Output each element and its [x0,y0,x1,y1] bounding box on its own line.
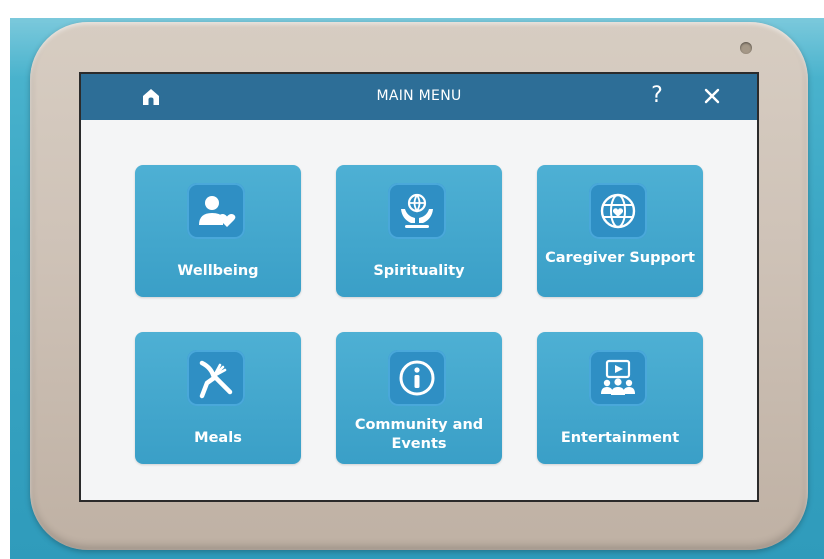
tile-entertainment[interactable]: Entertainment [537,332,703,464]
tile-icon-frame [589,350,647,406]
help-button[interactable]: ? [647,84,667,108]
touch-screen: MAIN MENU ? Wellbeing Spirituality Careg… [81,74,757,500]
smart-display-device: MAIN MENU ? Wellbeing Spirituality Careg… [30,22,808,550]
tile-icon-frame [589,183,647,239]
tile-community-and-events[interactable]: Community and Events [336,332,502,464]
tile-label: Meals [194,430,242,446]
tile-icon-frame [388,350,446,406]
camera-lens [740,42,752,54]
close-icon [704,88,720,104]
tile-label: Community and Events [354,417,484,452]
tile-label: Entertainment [560,430,680,446]
globe-heart-icon [600,193,636,229]
tile-icon-frame [187,183,245,239]
info-icon [399,360,435,396]
hands-globe-icon [401,193,433,228]
header-bar: MAIN MENU ? [81,74,757,120]
tile-caregiver-support[interactable]: Caregiver Support [537,165,703,297]
tile-icon-frame [388,183,446,239]
tile-wellbeing[interactable]: Wellbeing [135,165,301,297]
tile-label: Caregiver Support [545,250,695,266]
close-button[interactable] [701,85,723,107]
fork-knife-icon [199,360,233,399]
person-heart-icon [199,196,236,227]
tile-label: Spirituality [373,263,465,279]
video-group-icon [601,359,635,395]
tile-label: Wellbeing [177,263,259,279]
tile-meals[interactable]: Meals [135,332,301,464]
tile-spirituality[interactable]: Spirituality [336,165,502,297]
tile-icon-frame [187,350,245,406]
